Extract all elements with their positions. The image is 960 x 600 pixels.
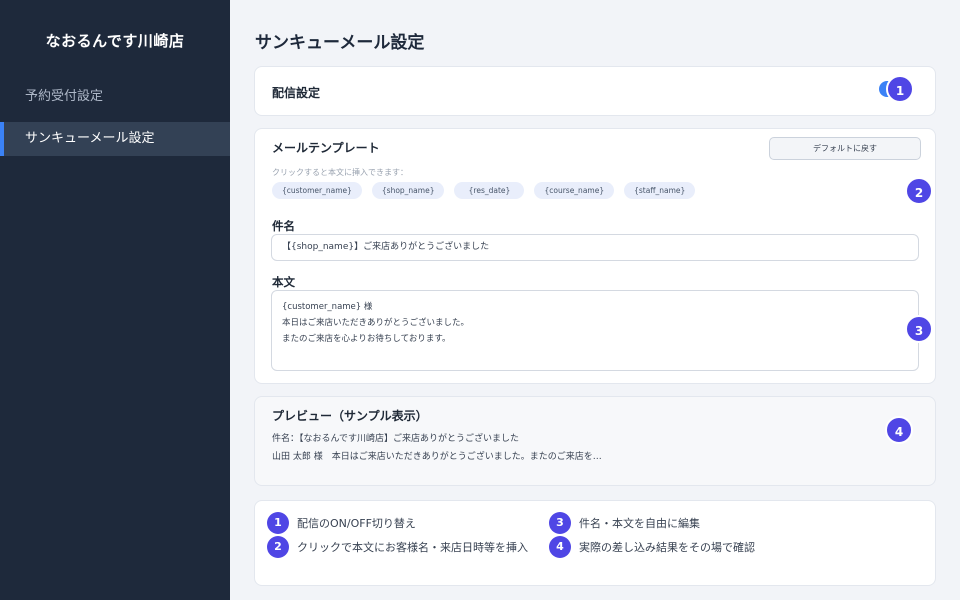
subject-label: 件名 [272,219,295,233]
chip-staff-name[interactable]: {staff_name} [624,182,696,199]
legend-badge: 3 [549,512,571,534]
body-label: 本文 [272,275,295,289]
mail-template-title: メールテンプレート [272,141,380,155]
legend-text: 配信のON/OFF切り替え [297,517,416,530]
legend-item: 2 クリックで本文にお客様名・来店日時等を挿入 [267,536,528,558]
body-line: 本日はご来店いただきありがとうございました。 [282,318,470,328]
subject-input[interactable]: 【{shop_name}】ご来店ありがとうございました [271,234,919,261]
preview-subject: 件名：【なおるんです川崎店】ご来店ありがとうございました [272,434,520,444]
body-textarea[interactable]: {customer_name} 様 本日はご来店いただきありがとうございました。… [271,290,919,371]
preview-card: プレビュー（サンプル表示） 件名：【なおるんです川崎店】ご来店ありがとうございま… [254,396,936,486]
legend-text: 実際の差し込み結果をその場で確認 [579,541,755,554]
legend-badge: 4 [549,536,571,558]
page-title: サンキューメール設定 [255,33,425,53]
legend-card: 1 配信のON/OFF切り替え 2 クリックで本文にお客様名・来店日時等を挿入 … [254,500,936,586]
legend-item: 1 配信のON/OFF切り替え [267,512,416,534]
legend-text: 件名・本文を自由に編集 [579,517,700,530]
chip-res-date[interactable]: {res_date} [454,182,525,199]
mail-template-card: メールテンプレート デフォルトに戻す クリックすると本文に挿入できます： {cu… [254,128,936,384]
legend-item: 4 実際の差し込み結果をその場で確認 [549,536,755,558]
callout-badge-2: 2 [905,177,933,205]
reset-default-button[interactable]: デフォルトに戻す [769,137,921,160]
main-content: サンキューメール設定 配信設定 1 メールテンプレート デフォルトに戻す クリッ… [230,0,960,600]
placeholder-chips: {customer_name} {shop_name} {res_date} {… [272,182,696,199]
sidebar-item-reservation-settings[interactable]: 予約受付設定 [0,80,230,114]
chip-shop-name[interactable]: {shop_name} [371,182,445,199]
legend-badge: 1 [267,512,289,534]
callout-badge-3: 3 [905,315,933,343]
shop-name: なおるんです川崎店 [45,32,185,50]
callout-badge-1: 1 [886,75,914,103]
sidebar-item-thankyou-mail-settings[interactable]: サンキューメール設定 [0,122,230,156]
insert-hint: クリックすると本文に挿入できます： [272,168,408,177]
legend-item: 3 件名・本文を自由に編集 [549,512,700,534]
delivery-settings-card: 配信設定 1 [254,66,936,116]
body-line: {customer_name} 様 [282,302,373,312]
body-line: またのご来店を心よりお待ちしております。 [282,334,451,344]
sidebar: なおるんです川崎店 予約受付設定 サンキューメール設定 [0,0,230,600]
legend-badge: 2 [267,536,289,558]
callout-badge-4: 4 [885,416,913,444]
legend-text: クリックで本文にお客様名・来店日時等を挿入 [297,541,528,554]
preview-title: プレビュー（サンプル表示） [272,409,428,423]
chip-customer-name[interactable]: {customer_name} [272,182,362,199]
delivery-settings-title: 配信設定 [272,86,321,100]
preview-body: 山田 太郎 様 本日はご来店いただきありがとうございました。またのご来店を… [272,452,602,462]
chip-course-name[interactable]: {course_name} [534,182,615,199]
